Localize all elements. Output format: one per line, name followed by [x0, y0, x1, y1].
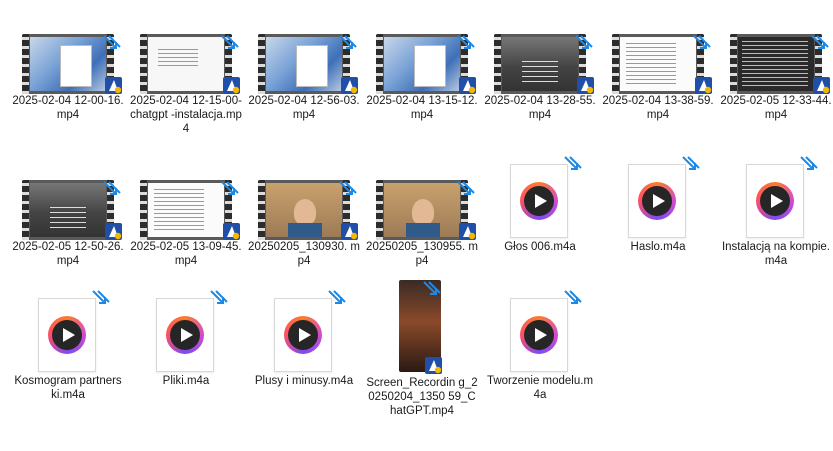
app-badge-icon [223, 223, 240, 240]
audio-file-icon [484, 146, 596, 238]
shortcut-arrow-icon [563, 155, 583, 175]
shortcut-arrow-icon [220, 34, 240, 54]
file-item[interactable]: 2025-02-05 12-33-44.mp4 [720, 0, 832, 136]
app-badge-icon [813, 77, 830, 94]
file-item[interactable]: 2025-02-04 12-56-03.mp4 [248, 0, 360, 136]
app-badge-icon [341, 223, 358, 240]
app-badge-icon [105, 77, 122, 94]
video-thumbnail [130, 146, 242, 240]
file-item[interactable]: Plusy i minusy.m4a [248, 280, 360, 416]
play-icon [284, 316, 322, 354]
shortcut-arrow-icon [574, 34, 594, 54]
shortcut-arrow-icon [209, 289, 229, 309]
file-name: Screen_Recordin g_20250204_1350 59_ChatG… [366, 377, 478, 417]
file-name: 2025-02-04 12-15-00-chatgpt -instalacja.… [130, 95, 242, 135]
app-badge-icon [425, 357, 442, 374]
app-badge-icon [223, 77, 240, 94]
app-badge-icon [695, 77, 712, 94]
file-item[interactable]: Tworzenie modelu.m4a [484, 280, 596, 416]
video-thumbnail [130, 0, 242, 94]
audio-file-icon [12, 280, 124, 372]
shortcut-arrow-icon [456, 180, 476, 200]
shortcut-arrow-icon [456, 34, 476, 54]
file-name: 2025-02-05 12-33-44.mp4 [720, 95, 832, 121]
play-icon [520, 316, 558, 354]
app-badge-icon [577, 77, 594, 94]
shortcut-arrow-icon [422, 280, 442, 300]
file-item[interactable]: 2025-02-04 13-28-55.mp4 [484, 0, 596, 136]
file-name: 2025-02-04 12-56-03.mp4 [248, 95, 360, 121]
shortcut-arrow-icon [220, 180, 240, 200]
video-thumbnail [12, 0, 124, 94]
file-item[interactable]: Haslo.m4a [602, 146, 714, 282]
video-thumbnail [602, 0, 714, 94]
audio-file-icon [248, 280, 360, 372]
file-name: 2025-02-04 13-38-59.mp4 [602, 95, 714, 121]
file-item[interactable]: 2025-02-05 12-50-26.mp4 [12, 146, 124, 282]
video-thumbnail [484, 0, 596, 94]
shortcut-arrow-icon [681, 155, 701, 175]
file-name: 2025-02-04 13-28-55.mp4 [484, 95, 596, 121]
shortcut-arrow-icon [338, 180, 358, 200]
file-item[interactable]: 2025-02-04 13-38-59.mp4 [602, 0, 714, 136]
shortcut-arrow-icon [327, 289, 347, 309]
file-item[interactable]: Kosmogram partnerski.m4a [12, 280, 124, 416]
video-thumbnail [12, 146, 124, 240]
file-name: 2025-02-05 12-50-26.mp4 [12, 241, 124, 267]
shortcut-arrow-icon [810, 34, 830, 54]
file-item[interactable]: Instalacją na kompie.m4a [720, 146, 832, 282]
file-name: Haslo.m4a [630, 241, 686, 253]
shortcut-arrow-icon [338, 34, 358, 54]
file-name: Instalacją na kompie.m4a [721, 241, 831, 267]
video-thumbnail [248, 0, 360, 94]
file-item[interactable]: 2025-02-05 13-09-45.mp4 [130, 146, 242, 282]
video-thumbnail [720, 0, 832, 94]
app-badge-icon [459, 77, 476, 94]
app-badge-icon [341, 77, 358, 94]
app-badge-icon [459, 223, 476, 240]
file-name: Kosmogram partnerski.m4a [14, 375, 122, 401]
play-icon [638, 182, 676, 220]
file-name: 20250205_130955. mp4 [366, 241, 478, 267]
file-item[interactable]: 20250205_130930. mp4 [248, 146, 360, 282]
file-item[interactable]: 2025-02-04 12-15-00-chatgpt -instalacja.… [130, 0, 242, 136]
file-name: Pliki.m4a [162, 375, 210, 387]
file-name: 2025-02-04 13-15-12.mp4 [366, 95, 478, 121]
file-name: Głos 006.m4a [504, 241, 576, 253]
shortcut-arrow-icon [563, 289, 583, 309]
video-thumbnail [248, 146, 360, 240]
shortcut-arrow-icon [692, 34, 712, 54]
file-name: 2025-02-05 13-09-45.mp4 [130, 241, 242, 267]
play-icon [520, 182, 558, 220]
audio-file-icon [720, 146, 832, 238]
shortcut-arrow-icon [799, 155, 819, 175]
audio-file-icon [130, 280, 242, 372]
file-grid: 2025-02-04 12-00-16.mp4 2025-02-04 12-15-… [0, 0, 833, 451]
file-item[interactable]: Pliki.m4a [130, 280, 242, 416]
file-item[interactable]: Screen_Recordin g_20250204_1350 59_ChatG… [366, 280, 478, 417]
file-name: Plusy i minusy.m4a [254, 375, 354, 387]
file-item[interactable]: 2025-02-04 13-15-12.mp4 [366, 0, 478, 136]
video-thumbnail [366, 280, 478, 374]
shortcut-arrow-icon [91, 289, 111, 309]
audio-file-icon [602, 146, 714, 238]
shortcut-arrow-icon [102, 180, 122, 200]
file-name: 20250205_130930. mp4 [248, 241, 360, 267]
video-thumbnail [366, 146, 478, 240]
file-name: Tworzenie modelu.m4a [486, 375, 594, 401]
app-badge-icon [105, 223, 122, 240]
file-item[interactable]: 20250205_130955. mp4 [366, 146, 478, 282]
audio-file-icon [484, 280, 596, 372]
file-name: 2025-02-04 12-00-16.mp4 [12, 95, 124, 121]
play-icon [166, 316, 204, 354]
shortcut-arrow-icon [102, 34, 122, 54]
file-item[interactable]: 2025-02-04 12-00-16.mp4 [12, 0, 124, 136]
play-icon [756, 182, 794, 220]
play-icon [48, 316, 86, 354]
file-item[interactable]: Głos 006.m4a [484, 146, 596, 282]
video-thumbnail [366, 0, 478, 94]
